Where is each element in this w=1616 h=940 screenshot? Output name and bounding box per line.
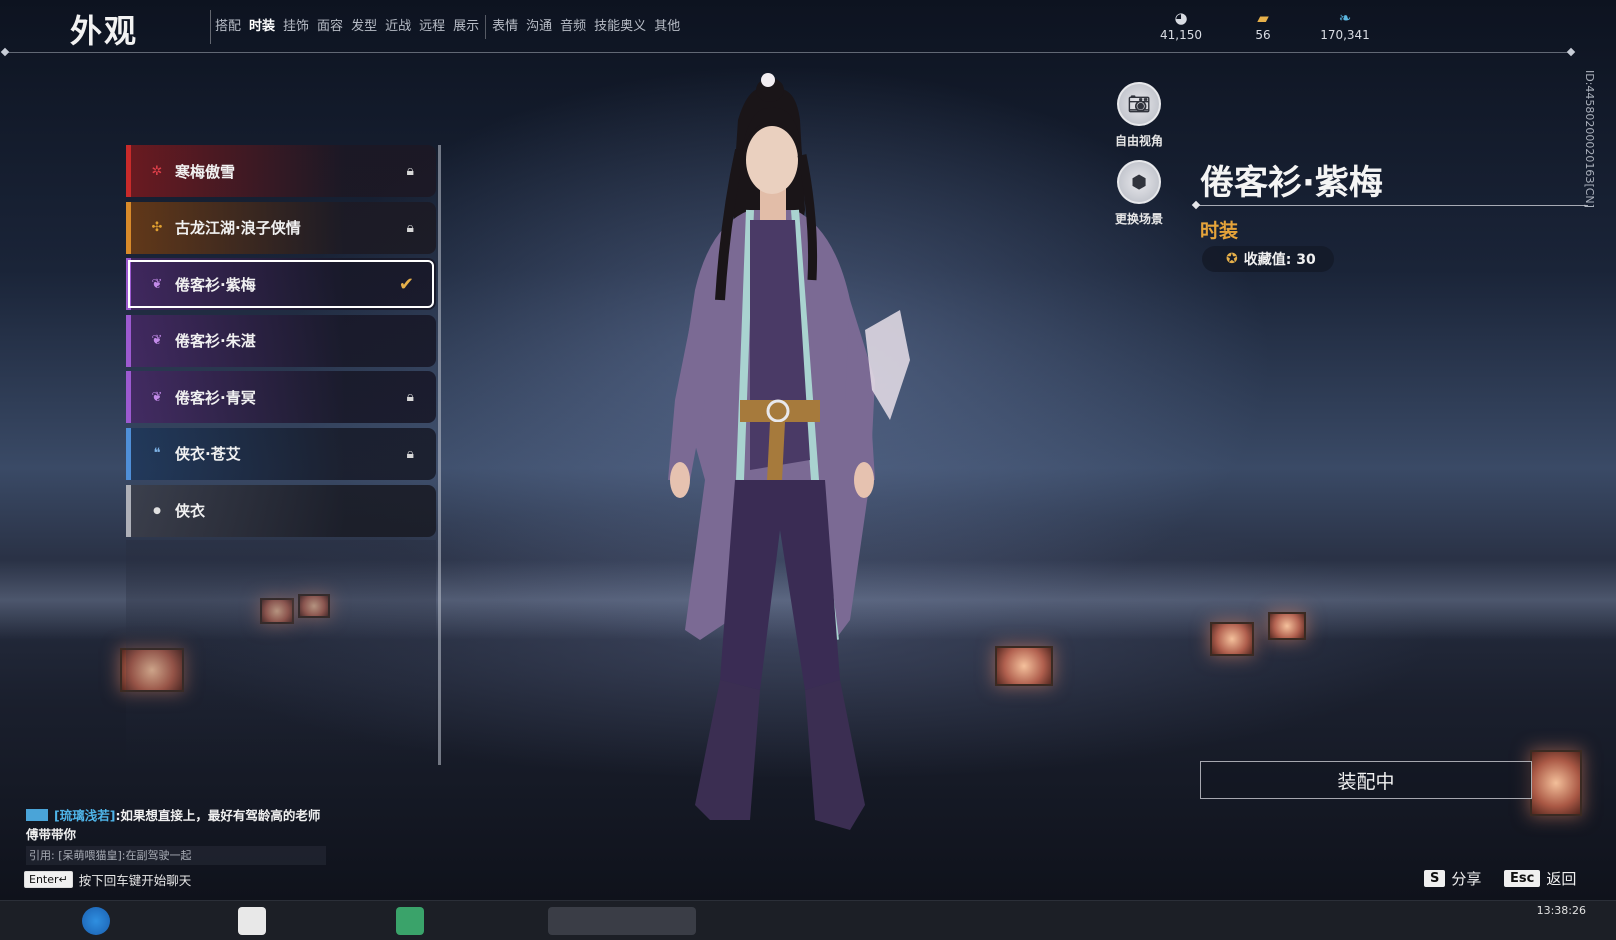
checkmark-icon: ✔ <box>398 273 414 295</box>
header-divider <box>6 52 1570 53</box>
free-view-label: 自由视角 <box>1114 134 1163 148</box>
share-key: S <box>1424 870 1446 887</box>
currency-feathers: ❧ 170,341 <box>1314 8 1376 42</box>
title-divider <box>1196 205 1588 206</box>
camera-icon: 📷︎ <box>1117 82 1161 126</box>
free-view-button[interactable]: 📷︎ 自由视角 <box>1104 82 1174 149</box>
tab-display[interactable]: 展示 <box>449 10 483 44</box>
lantern <box>1268 612 1306 640</box>
tab-emote[interactable]: 表情 <box>488 10 522 44</box>
outfit-list: ✲ 寒梅傲雪 🔒︎ ✣ 古龙江湖·浪子侠情 🔒︎ ❦ 倦客衫·紫梅 ✔ ❦ 倦客… <box>126 145 436 541</box>
lantern <box>995 646 1053 686</box>
back-key: Esc <box>1504 870 1541 887</box>
tab-audio[interactable]: 音频 <box>556 10 590 44</box>
chat-input-hint[interactable]: Enter↵ 按下回车键开始聊天 <box>24 870 191 889</box>
os-taskbar: 13:38:26 <box>0 900 1616 940</box>
equip-status-button[interactable]: 装配中 <box>1200 761 1532 799</box>
outfit-name: 倦客衫·紫梅 <box>175 275 256 294</box>
lock-icon: 🔒︎ <box>406 219 414 236</box>
outfit-rarity-icon: ❦ <box>151 276 163 292</box>
outfit-rarity-icon: ● <box>153 505 161 516</box>
lantern <box>1530 750 1582 816</box>
change-scene-label: 更换场景 <box>1114 212 1163 226</box>
outfit-name: 倦客衫·青冥 <box>175 388 256 407</box>
coin-icon: ◕ <box>1174 9 1188 27</box>
back-button[interactable]: Esc 返回 <box>1504 868 1576 889</box>
list-empty-area <box>126 540 436 765</box>
outfit-name: 倦客衫·朱湛 <box>175 332 256 351</box>
currency-tickets: ▰ 56 <box>1232 8 1294 42</box>
chat-hint-text: 按下回车键开始聊天 <box>78 873 192 888</box>
tab-communicate[interactable]: 沟通 <box>522 10 556 44</box>
tab-skill-ultimate[interactable]: 技能奥义 <box>590 10 650 44</box>
tab-other[interactable]: 其他 <box>650 10 684 44</box>
category-tabs: 搭配 时装 挂饰 面容 发型 近战 远程 展示 表情 沟通 音频 技能奥义 其他 <box>210 0 684 56</box>
collection-value: 收藏值: 30 <box>1243 252 1316 268</box>
share-button[interactable]: S 分享 <box>1424 868 1481 889</box>
outfit-name: 古龙江湖·浪子侠情 <box>175 219 301 238</box>
lock-icon: 🔒︎ <box>406 389 414 406</box>
feather-value: 170,341 <box>1320 28 1370 42</box>
lantern <box>1210 622 1254 656</box>
outfit-item[interactable]: ❦ 倦客衫·青冥 🔒︎ <box>126 371 436 424</box>
collection-icon: ✪ <box>1226 251 1238 267</box>
tab-pendant[interactable]: 挂饰 <box>279 10 313 44</box>
chat-speaker[interactable]: [琉璃浅若] <box>54 808 115 823</box>
outfit-item[interactable]: ❝ 侠衣·苍艾 🔒︎ <box>126 427 436 480</box>
outfit-type: 时装 <box>1200 220 1239 242</box>
lock-icon: 🔒︎ <box>406 445 414 462</box>
chat-message: [琉璃浅若]:如果想直接上，最好有驾龄高的老师傅带带你 引用: [呆萌喂猫皇]:… <box>26 806 326 865</box>
outfit-rarity-icon: ❦ <box>151 389 163 405</box>
outfit-rarity-icon: ✣ <box>151 220 163 236</box>
list-scrollbar[interactable] <box>438 145 441 765</box>
outfit-title: 倦客衫·紫梅 <box>1200 163 1383 203</box>
game-app-icon[interactable] <box>548 907 696 935</box>
outfit-item[interactable]: ❦ 倦客衫·朱湛 <box>126 314 436 367</box>
chat-quote: 引用: [呆萌喂猫皇]:在副驾驶一起 <box>26 846 326 865</box>
scene-cube-icon: ⬢ <box>1117 160 1161 204</box>
tab-match[interactable]: 搭配 <box>211 10 245 44</box>
character-model[interactable] <box>600 60 940 860</box>
outfit-name: 侠衣 <box>175 502 206 521</box>
browser-icon[interactable] <box>82 907 110 935</box>
outfit-item[interactable]: ✲ 寒梅傲雪 🔒︎ <box>126 145 436 197</box>
back-label: 返回 <box>1546 870 1577 888</box>
tab-fashion[interactable]: 时装 <box>243 0 282 56</box>
app-icon[interactable] <box>238 907 266 935</box>
top-bar: 外观 搭配 时装 挂饰 面容 发型 近战 远程 展示 表情 沟通 音频 技能奥义… <box>0 0 1616 56</box>
collection-value-badge: ✪ 收藏值: 30 <box>1202 246 1334 272</box>
tab-face[interactable]: 面容 <box>313 10 347 44</box>
share-label: 分享 <box>1451 870 1482 888</box>
tab-hairstyle[interactable]: 发型 <box>347 10 381 44</box>
currency-coins: ◕ 41,150 <box>1150 8 1212 42</box>
enter-key-icon: Enter↵ <box>24 871 73 888</box>
outfit-name: 侠衣·苍艾 <box>175 445 241 464</box>
outfit-rarity-icon: ❝ <box>153 446 161 462</box>
lock-icon: 🔒︎ <box>406 163 414 179</box>
channel-icon <box>26 809 48 821</box>
outfit-rarity-icon: ✲ <box>151 163 163 179</box>
tab-melee[interactable]: 近战 <box>381 10 415 44</box>
ticket-value: 56 <box>1255 28 1271 42</box>
outfit-item[interactable]: ✣ 古龙江湖·浪子侠情 🔒︎ <box>126 201 436 254</box>
taskbar-clock: 13:38:26 <box>1536 904 1586 917</box>
player-id: ID:4458020002016З[CN] <box>1583 70 1596 208</box>
change-scene-button[interactable]: ⬢ 更换场景 <box>1104 160 1174 227</box>
currency-bar: ◕ 41,150 ▰ 56 ❧ 170,341 <box>1150 8 1396 42</box>
tab-divider <box>485 15 487 39</box>
app-icon[interactable] <box>396 907 424 935</box>
page-title: 外观 <box>70 12 139 50</box>
tab-ranged[interactable]: 远程 <box>415 10 449 44</box>
outfit-item[interactable]: ● 侠衣 <box>126 484 436 537</box>
coin-value: 41,150 <box>1160 28 1202 42</box>
feather-icon: ❧ <box>1338 9 1352 27</box>
outfit-item-selected[interactable]: ❦ 倦客衫·紫梅 ✔ <box>126 258 436 311</box>
outfit-rarity-icon: ❦ <box>151 333 163 349</box>
outfit-name: 寒梅傲雪 <box>175 162 236 181</box>
ticket-icon: ▰ <box>1257 9 1269 27</box>
